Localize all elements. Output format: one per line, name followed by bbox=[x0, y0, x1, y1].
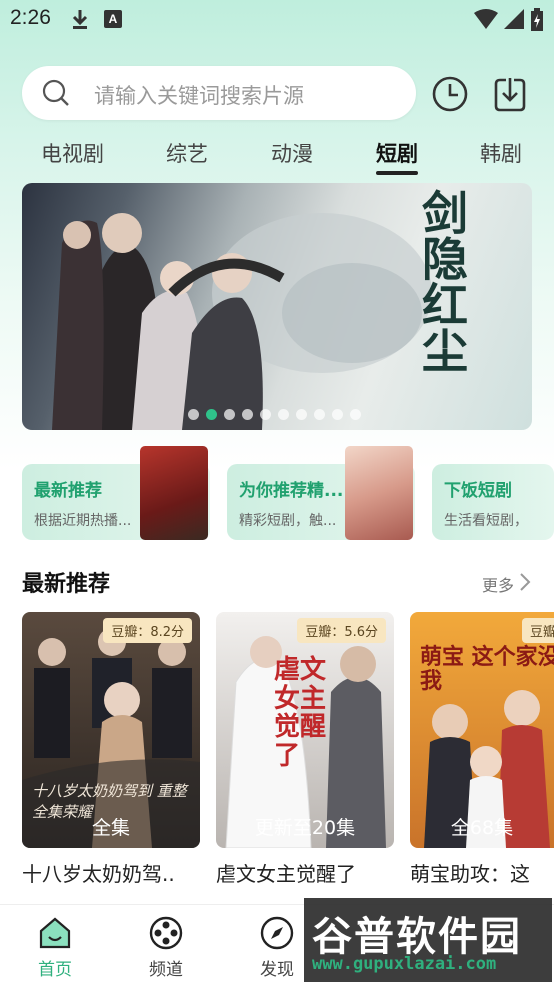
rating-badge: 豆瓣 bbox=[521, 618, 554, 643]
carousel-dot[interactable] bbox=[188, 409, 199, 420]
feature-card-subtitle: 生活看短剧， bbox=[444, 513, 528, 529]
feature-card-title: 下饭短剧 bbox=[444, 481, 512, 501]
feature-card-title: 最新推荐 bbox=[34, 481, 102, 501]
more-link[interactable]: 更多 bbox=[482, 572, 514, 596]
download-status-icon bbox=[72, 10, 88, 29]
wifi-icon bbox=[474, 9, 498, 29]
rating-badge: 豆瓣：8.2分 bbox=[103, 618, 192, 643]
carousel-dot-active[interactable] bbox=[206, 409, 217, 420]
feature-card-latest[interactable]: 最新推荐 根据近期热播... bbox=[22, 446, 210, 540]
banner-title: 剑隐红尘 bbox=[415, 189, 469, 373]
nav-channels[interactable]: 频道 bbox=[136, 915, 196, 980]
download-icon[interactable] bbox=[490, 74, 530, 114]
carousel-dot[interactable] bbox=[224, 409, 235, 420]
carousel-dot[interactable] bbox=[242, 409, 253, 420]
poster-card[interactable]: 豆瓣：5.6分 虐文女主觉醒了 更新至20集 bbox=[216, 612, 394, 848]
history-clock-icon[interactable] bbox=[430, 74, 470, 114]
poster-title[interactable]: 虐文女主觉醒了 bbox=[216, 858, 394, 887]
status-time: 2:26 bbox=[10, 6, 51, 29]
watermark-url: www.gupuxlazai.com bbox=[312, 954, 497, 974]
app-notification-icon: A bbox=[104, 10, 122, 28]
poster-title[interactable]: 十八岁太奶奶驾.. bbox=[22, 858, 200, 887]
chevron-right-icon[interactable] bbox=[519, 572, 531, 592]
search-icon bbox=[42, 79, 69, 106]
carousel-dot[interactable] bbox=[260, 409, 271, 420]
active-tab-indicator bbox=[376, 171, 418, 175]
feature-card-subtitle: 根据近期热播... bbox=[34, 513, 132, 529]
search-input[interactable]: 请输入关键词搜索片源 bbox=[22, 66, 416, 120]
watermark-overlay: 谷普软件园 www.gupuxlazai.com bbox=[304, 898, 552, 982]
carousel-dot[interactable] bbox=[314, 409, 325, 420]
nav-label: 频道 bbox=[149, 960, 183, 980]
episode-count: 全68集 bbox=[450, 817, 514, 839]
rating-badge: 豆瓣：5.6分 bbox=[297, 618, 386, 643]
poster-art-text: 虐文女主觉醒了 bbox=[274, 655, 327, 771]
home-icon bbox=[39, 917, 71, 949]
nav-label: 首页 bbox=[38, 960, 72, 980]
battery-icon bbox=[531, 8, 543, 31]
tab-korean-drama[interactable]: 韩剧 bbox=[480, 138, 522, 168]
tab-tv-series[interactable]: 电视剧 bbox=[41, 138, 104, 168]
poster-card[interactable]: 豆瓣：8.2分 十八岁太奶奶驾到 重整全集荣耀 全集 bbox=[22, 612, 200, 848]
status-indicators bbox=[474, 8, 544, 32]
carousel-dot[interactable] bbox=[350, 409, 361, 420]
poster-card[interactable]: 豆瓣 萌宝 这个家没我 全68集 bbox=[410, 612, 554, 848]
nav-home[interactable]: 首页 bbox=[25, 915, 85, 980]
film-reel-icon bbox=[149, 916, 183, 950]
nav-label: 发现 bbox=[260, 960, 294, 980]
feature-card-title: 为你推荐精... bbox=[239, 481, 344, 501]
tab-anime[interactable]: 动漫 bbox=[271, 138, 313, 168]
carousel-dots bbox=[188, 409, 361, 420]
carousel-dot[interactable] bbox=[332, 409, 343, 420]
feature-card-meal[interactable]: 下饭短剧 生活看短剧， bbox=[432, 464, 554, 540]
tab-short-drama[interactable]: 短剧 bbox=[376, 138, 418, 168]
episode-count: 更新至20集 bbox=[254, 817, 356, 839]
feature-card-thumbnail bbox=[345, 446, 413, 540]
feature-card-thumbnail bbox=[140, 446, 208, 540]
poster-title[interactable]: 萌宝助攻：这 bbox=[410, 858, 554, 887]
banner-carousel[interactable]: 剑隐红尘 bbox=[22, 183, 532, 430]
status-bar: 2:26 A bbox=[0, 0, 554, 40]
signal-icon bbox=[504, 9, 524, 29]
carousel-dot[interactable] bbox=[296, 409, 307, 420]
poster-art-text: 萌宝 这个家没我 bbox=[420, 645, 554, 695]
nav-discover[interactable]: 发现 bbox=[247, 915, 307, 980]
carousel-dot[interactable] bbox=[278, 409, 289, 420]
section-title: 最新推荐 bbox=[22, 572, 111, 597]
feature-card-subtitle: 精彩短剧，触... bbox=[239, 513, 337, 529]
episode-count: 全集 bbox=[91, 817, 130, 839]
feature-card-recommend[interactable]: 为你推荐精... 精彩短剧，触... bbox=[227, 446, 415, 540]
compass-icon bbox=[260, 916, 294, 950]
search-placeholder: 请输入关键词搜索片源 bbox=[94, 84, 304, 108]
tab-variety[interactable]: 综艺 bbox=[166, 138, 208, 168]
